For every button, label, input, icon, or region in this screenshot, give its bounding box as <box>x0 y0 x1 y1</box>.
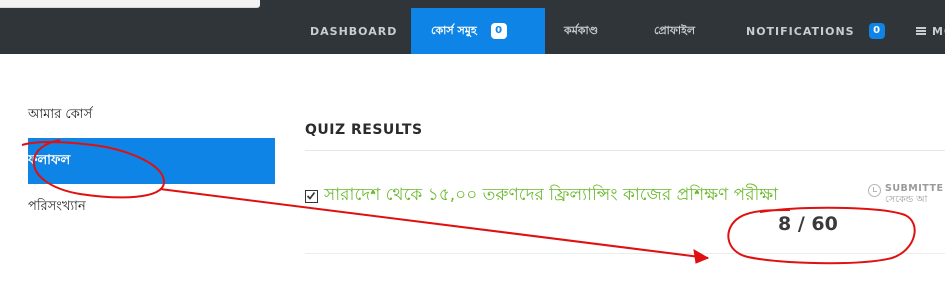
nav-profile[interactable]: প্রোফাইল <box>654 8 695 54</box>
submitted-status: SUBMITTE সেকেন্ড আ <box>868 183 943 205</box>
nav-notifications[interactable]: NOTIFICATIONS 0 <box>746 8 885 54</box>
check-square-icon <box>305 189 318 203</box>
top-navbar: DASHBOARD কোর্স সমুহ 0 কর্মকাণ্ড প্রোফাই… <box>0 0 945 54</box>
divider <box>305 253 945 254</box>
sidebar-item-results[interactable]: ফলাফল <box>28 138 275 184</box>
page-title: QUIZ RESULTS <box>305 122 423 138</box>
sidebar-item-label: আমার কোর্স <box>28 106 93 122</box>
nav-activities-label: কর্মকাণ্ড <box>564 23 599 37</box>
nav-notifications-badge: 0 <box>868 23 885 39</box>
main-nav: DASHBOARD কোর্স সমুহ 0 কর্মকাণ্ড প্রোফাই… <box>0 8 945 54</box>
nav-notifications-label: NOTIFICATIONS <box>746 24 855 38</box>
nav-profile-label: প্রোফাইল <box>654 23 696 37</box>
nav-courses[interactable]: কোর্স সমুহ 0 <box>411 8 545 54</box>
divider <box>305 150 945 151</box>
nav-more-label: MO <box>932 24 945 38</box>
sidebar-item-label: পরিসংখ্যান <box>28 198 86 214</box>
sidebar-item-statistics[interactable]: পরিসংখ্যান <box>28 184 275 230</box>
nav-activities[interactable]: কর্মকাণ্ড <box>564 8 598 54</box>
sidebar-item-label: ফলাফল <box>28 152 71 168</box>
arrow-head-annotation <box>693 249 710 264</box>
quiz-score: 8 / 60 <box>778 213 838 235</box>
nav-courses-badge: 0 <box>490 23 507 39</box>
sidebar-item-my-courses[interactable]: আমার কোর্স <box>28 92 275 138</box>
quiz-title-link[interactable]: সারাদেশ থেকে ১৫,০০ তরুণদের ফ্রিল্যান্সিং… <box>324 182 778 210</box>
nav-more[interactable]: MO <box>916 8 945 54</box>
menu-icon <box>916 27 926 35</box>
nav-dashboard-label: DASHBOARD <box>310 24 398 38</box>
quiz-result-row: সারাদেশ থেকে ১৫,০০ তরুণদের ফ্রিল্যান্সিং… <box>305 182 778 210</box>
status-time: সেকেন্ড আ <box>885 194 928 205</box>
status-label: SUBMITTE <box>885 183 944 194</box>
nav-dashboard[interactable]: DASHBOARD <box>310 8 397 54</box>
clock-icon <box>868 184 881 197</box>
top-input-strip[interactable] <box>0 0 260 8</box>
nav-courses-label: কোর্স সমুহ <box>431 23 477 37</box>
